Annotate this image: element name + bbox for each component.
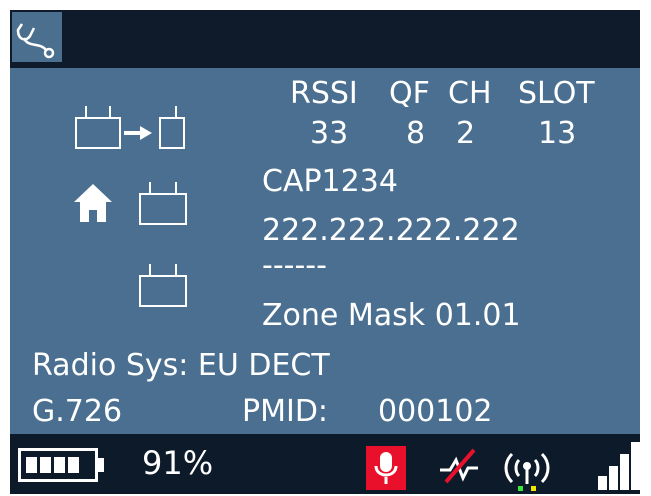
microphone-icon[interactable] <box>366 446 406 490</box>
value-slot: 13 <box>538 116 577 151</box>
base-station-icon <box>139 264 187 307</box>
base-station-icon <box>139 182 187 225</box>
base-name: CAP1234 <box>262 164 398 199</box>
ip-address: 222.222.222.222 <box>262 213 520 248</box>
antenna-icon <box>504 452 550 491</box>
zone-mask: Zone Mask 01.01 <box>262 298 521 333</box>
home-icon <box>74 184 112 222</box>
value-rssi: 33 <box>310 116 349 151</box>
header-slot: SLOT <box>518 76 595 111</box>
stethoscope-icon[interactable] <box>12 12 62 62</box>
battery-tip <box>98 458 104 472</box>
header-qf: QF <box>389 76 430 111</box>
top-bar <box>10 10 640 68</box>
radio-system: Radio Sys: EU DECT <box>32 348 330 383</box>
codec: G.726 <box>32 394 123 429</box>
signal-strength-icon <box>598 434 640 494</box>
header-ch: CH <box>448 76 492 111</box>
status-bar: 91% <box>10 434 640 494</box>
main-panel: RSSI QF CH SLOT 33 8 2 13 CAP1234 222.22… <box>10 68 640 434</box>
device-screen: RSSI QF CH SLOT 33 8 2 13 CAP1234 222.22… <box>10 10 640 494</box>
battery-percent: 91% <box>142 444 214 482</box>
value-ch: 2 <box>456 116 476 151</box>
base-to-base-arrow-icon <box>75 106 185 149</box>
pmid-value: 000102 <box>378 394 493 429</box>
header-rssi: RSSI <box>290 76 358 111</box>
empty-line: ------ <box>262 248 327 283</box>
value-qf: 8 <box>406 116 426 151</box>
battery-icon <box>18 448 98 482</box>
pmid-label: PMID: <box>242 394 329 429</box>
link-off-icon <box>440 448 478 484</box>
